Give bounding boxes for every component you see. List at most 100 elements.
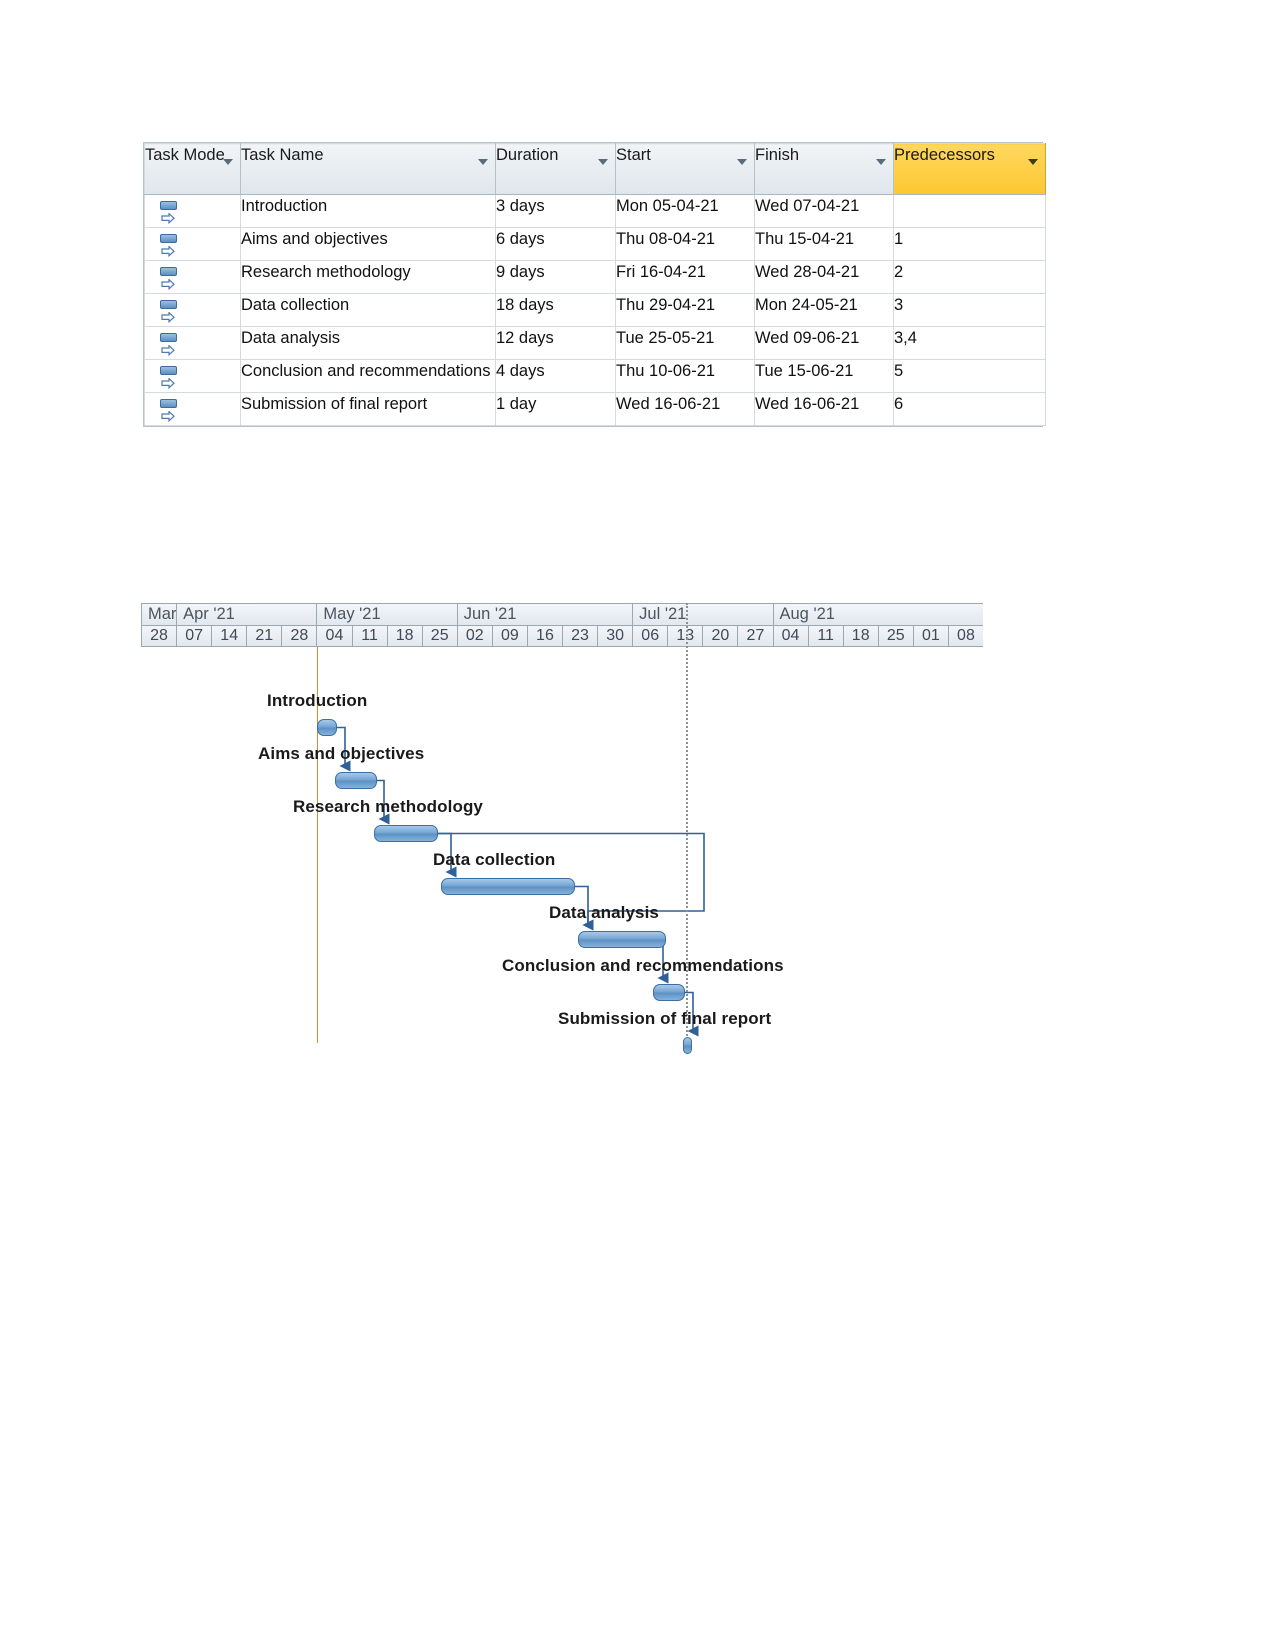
task-mode-cell[interactable] (144, 227, 241, 261)
finish-date-cell[interactable]: Wed 28-04-21 (754, 260, 894, 294)
gantt-chart: Mar '21Apr '21May '21Jun '21Jul '21Aug '… (141, 603, 983, 1054)
predecessors-cell[interactable]: 1 (893, 227, 1046, 261)
table-row[interactable]: Data collection 18 days Thu 29-04-21 Mon 24… (144, 293, 1046, 327)
filter-dropdown-icon[interactable] (223, 159, 233, 165)
predecessors-cell[interactable]: 3 (893, 293, 1046, 327)
gantt-bar[interactable] (441, 878, 575, 895)
gantt-bar[interactable] (335, 772, 377, 789)
gantt-bar-label: Introduction (267, 691, 368, 710)
predecessors-cell[interactable]: 3,4 (893, 326, 1046, 360)
gantt-bar[interactable] (653, 984, 685, 1001)
timescale-week-cell: 01 (912, 626, 948, 646)
duration-cell[interactable]: 4 days (495, 359, 616, 393)
timescale-month-cell: May '21 (316, 604, 456, 626)
predecessors-cell[interactable]: 2 (893, 260, 1046, 294)
timescale-week-cell: 09 (491, 626, 527, 646)
timescale-week-cell: 13 (667, 626, 702, 646)
timescale-week-cell: 23 (562, 626, 597, 646)
timescale-week-cell: 08 (947, 626, 983, 646)
table-header: Task Mode Task Name Duration Start Finis… (144, 143, 1046, 195)
filter-dropdown-icon[interactable] (876, 159, 886, 165)
timescale-week-cell: 16 (526, 626, 562, 646)
table-row[interactable]: Aims and objectives 6 days Thu 08-04-21 Thu… (144, 227, 1046, 261)
task-name-cell[interactable]: Introduction (240, 194, 496, 228)
task-mode-cell[interactable] (144, 359, 241, 393)
column-header-duration[interactable]: Duration (495, 143, 616, 195)
timescale-month-row: Mar '21Apr '21May '21Jun '21Jul '21Aug '… (141, 603, 983, 626)
column-header-predecessors[interactable]: Predecessors (893, 143, 1046, 195)
task-name-cell[interactable]: Submission of final report (240, 392, 496, 426)
auto-schedule-icon (160, 399, 184, 433)
gantt-bar-label: Data analysis (549, 903, 659, 922)
task-name-cell[interactable]: Data analysis (240, 326, 496, 360)
task-name-cell[interactable]: Conclusion and recommendations (240, 359, 496, 393)
timescale-week-cell: 28 (281, 626, 316, 646)
gantt-bar[interactable] (317, 719, 337, 736)
column-header-task-mode[interactable]: Task Mode (144, 143, 241, 195)
gantt-chart-body: Introduction Aims and objectives Research … (141, 603, 983, 1054)
timescale-month-cell: Jul '21 (632, 604, 772, 626)
finish-date-cell[interactable]: Thu 15-04-21 (754, 227, 894, 261)
table-row[interactable]: Data analysis 12 days Tue 25-05-21 Wed 09-0… (144, 326, 1046, 360)
timescale-week-cell: 11 (351, 626, 387, 646)
task-mode-cell[interactable] (144, 293, 241, 327)
task-name-cell[interactable]: Research methodology (240, 260, 496, 294)
duration-cell[interactable]: 9 days (495, 260, 616, 294)
filter-dropdown-icon[interactable] (737, 159, 747, 165)
start-date-cell[interactable]: Thu 29-04-21 (615, 293, 755, 327)
start-date-cell[interactable]: Wed 16-06-21 (615, 392, 755, 426)
column-header-label: Start (616, 146, 651, 164)
task-mode-cell[interactable] (144, 392, 241, 426)
column-header-finish[interactable]: Finish (754, 143, 894, 195)
duration-cell[interactable]: 3 days (495, 194, 616, 228)
predecessors-cell[interactable] (893, 194, 1046, 228)
task-mode-cell[interactable] (144, 326, 241, 360)
table-row[interactable]: Introduction 3 days Mon 05-04-21 Wed 07-04-… (144, 194, 1046, 228)
gantt-bar-label: Conclusion and recommendations (502, 956, 784, 975)
timescale-header: Mar '21Apr '21May '21Jun '21Jul '21Aug '… (141, 603, 983, 647)
column-header-start[interactable]: Start (615, 143, 755, 195)
timescale-week-cell: 25 (421, 626, 457, 646)
timescale-week-cell: 04 (772, 626, 808, 646)
duration-cell[interactable]: 6 days (495, 227, 616, 261)
timescale-month-cell: Aug '21 (772, 604, 984, 626)
start-date-cell[interactable]: Fri 16-04-21 (615, 260, 755, 294)
timescale-week-cell: 18 (842, 626, 878, 646)
predecessors-cell[interactable]: 6 (893, 392, 1046, 426)
task-mode-cell[interactable] (144, 260, 241, 294)
task-table: Task Mode Task Name Duration Start Finis… (143, 142, 1046, 427)
filter-dropdown-icon[interactable] (478, 159, 488, 165)
finish-date-cell[interactable]: Mon 24-05-21 (754, 293, 894, 327)
table-header-row: Task Mode Task Name Duration Start Finis… (144, 143, 1046, 195)
start-date-cell[interactable]: Mon 05-04-21 (615, 194, 755, 228)
table-row[interactable]: Research methodology 9 days Fri 16-04-21 We… (144, 260, 1046, 294)
finish-date-cell[interactable]: Wed 09-06-21 (754, 326, 894, 360)
finish-date-cell[interactable]: Wed 07-04-21 (754, 194, 894, 228)
finish-date-cell[interactable]: Wed 16-06-21 (754, 392, 894, 426)
timescale-week-cell: 14 (211, 626, 246, 646)
start-date-cell[interactable]: Tue 25-05-21 (615, 326, 755, 360)
task-name-cell[interactable]: Aims and objectives (240, 227, 496, 261)
gantt-bar[interactable] (683, 1037, 692, 1054)
start-date-cell[interactable]: Thu 10-06-21 (615, 359, 755, 393)
table-row[interactable]: Submission of final report 1 day Wed 16-06… (144, 392, 1046, 426)
timescale-week-cell: 18 (386, 626, 422, 646)
finish-date-cell[interactable]: Tue 15-06-21 (754, 359, 894, 393)
column-header-task-name[interactable]: Task Name (240, 143, 496, 195)
status-date-line (686, 603, 688, 1043)
gantt-bar[interactable] (578, 931, 666, 948)
filter-dropdown-icon[interactable] (598, 159, 608, 165)
filter-dropdown-icon[interactable] (1028, 159, 1038, 165)
task-name-cell[interactable]: Data collection (240, 293, 496, 327)
column-header-label: Finish (755, 146, 800, 164)
duration-cell[interactable]: 18 days (495, 293, 616, 327)
task-mode-cell[interactable] (144, 194, 241, 228)
duration-cell[interactable]: 1 day (495, 392, 616, 426)
start-date-cell[interactable]: Thu 08-04-21 (615, 227, 755, 261)
duration-cell[interactable]: 12 days (495, 326, 616, 360)
gantt-bar[interactable] (374, 825, 438, 842)
predecessors-cell[interactable]: 5 (893, 359, 1046, 393)
timescale-week-row: 28 07 14 21 28 04 11 18 25 02 09 16 23 30 06 13 20 27 04 11… (141, 626, 983, 647)
table-row[interactable]: Conclusion and recommendations 4 days Thu … (144, 359, 1046, 393)
timescale-week-cell: 02 (456, 626, 492, 646)
